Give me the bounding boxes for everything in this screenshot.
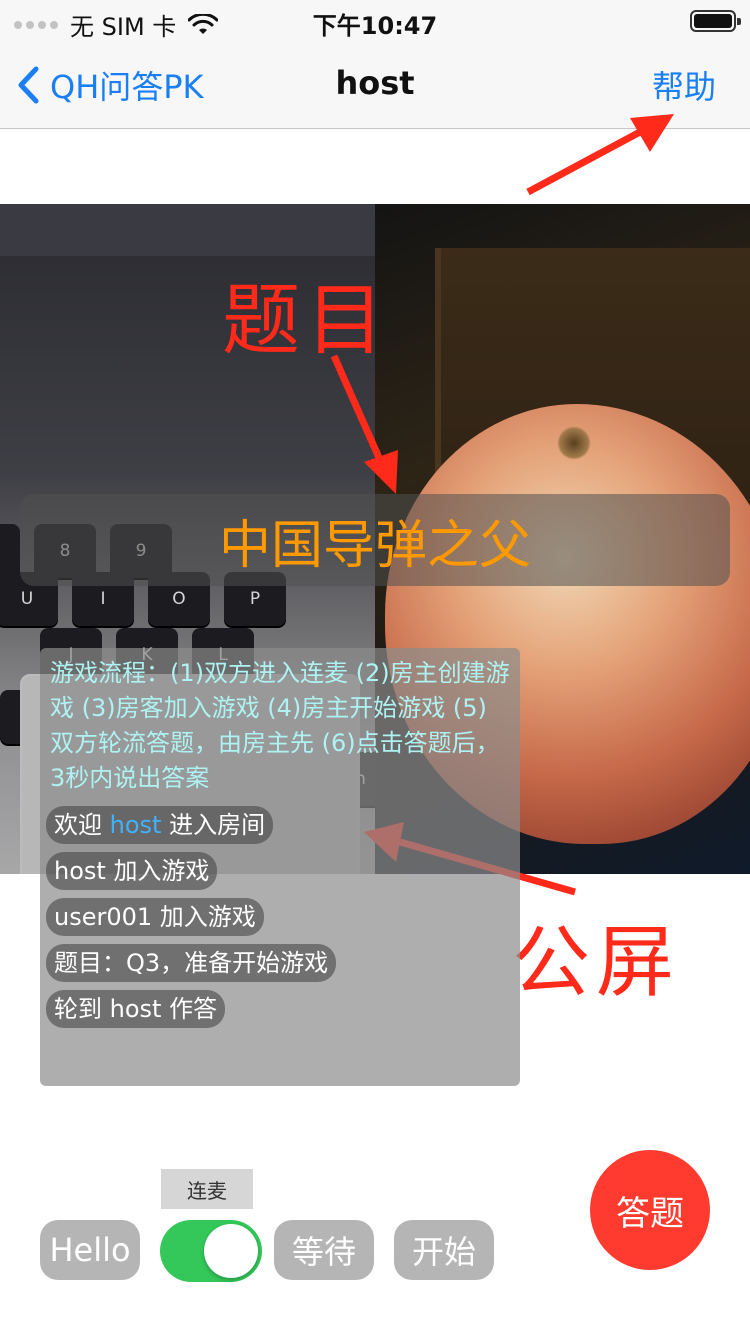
chat-message-row: user001 加入游戏	[46, 894, 514, 940]
welcome-prefix: 欢迎	[54, 811, 102, 839]
apple-stem	[557, 426, 591, 460]
chat-message: 轮到 host 作答	[46, 990, 226, 1028]
chat-message: 题目：Q3，准备开始游戏	[46, 944, 337, 982]
laptop-touchbar	[0, 204, 375, 256]
toggle-knob	[204, 1224, 258, 1278]
welcome-suffix: 进入房间	[169, 811, 266, 839]
chat-message: user001 加入游戏	[46, 898, 264, 936]
help-button[interactable]: 帮助	[652, 62, 716, 108]
chat-message-row: 欢迎 host 进入房间	[46, 802, 514, 848]
start-button[interactable]: 开始	[394, 1220, 494, 1280]
chat-message-row: 题目：Q3，准备开始游戏	[46, 940, 514, 986]
answer-button[interactable]: 答题	[590, 1150, 710, 1270]
page-title: host	[335, 64, 415, 102]
chat-message-row: host 加入游戏	[46, 848, 514, 894]
hello-button[interactable]: Hello	[40, 1220, 140, 1280]
mic-toggle[interactable]	[160, 1220, 262, 1282]
welcome-username: host	[109, 811, 162, 839]
annotation-question-label: 题目	[222, 276, 391, 366]
battery-icon	[690, 10, 741, 32]
game-rules-text: 游戏流程：(1)双方进入连麦 (2)房主创建游戏 (3)房客加入游戏 (4)房主…	[50, 659, 510, 792]
chat-message: host 加入游戏	[46, 852, 218, 890]
annotation-screen-label: 公屏	[512, 918, 681, 1008]
public-chat-panel: 游戏流程：(1)双方进入连麦 (2)房主创建游戏 (3)房客加入游戏 (4)房主…	[40, 648, 520, 1086]
mic-switch-label: 连麦	[161, 1169, 253, 1209]
question-banner: 中国导弹之父	[20, 494, 730, 586]
wait-button[interactable]: 等待	[274, 1220, 374, 1280]
status-time: 下午10:47	[312, 12, 438, 40]
navigation-bar: QH问答PK host 帮助	[0, 40, 750, 129]
chat-message-welcome: 欢迎 host 进入房间	[46, 806, 274, 844]
status-bar: 无 SIM 卡 下午10:47	[0, 0, 750, 41]
chat-message-row: 轮到 host 作答	[46, 986, 514, 1032]
